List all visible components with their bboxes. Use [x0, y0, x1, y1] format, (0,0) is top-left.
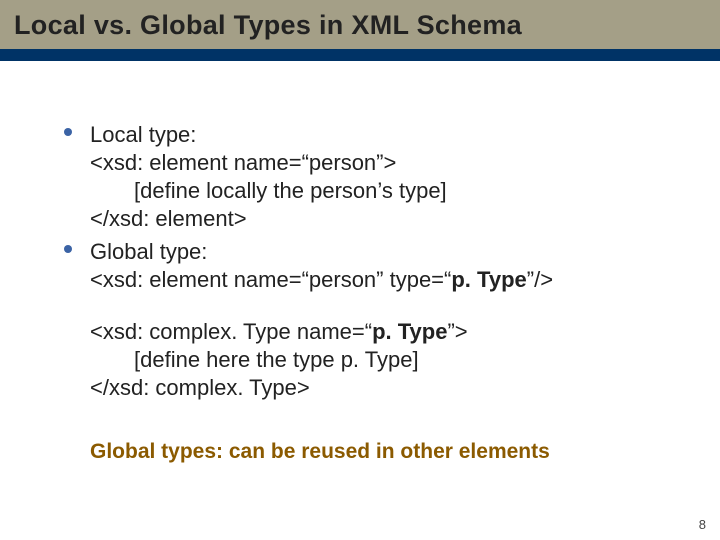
code-line: <xsd: complex. Type name=“p. Type”>	[90, 318, 680, 346]
bullet-icon	[64, 128, 72, 136]
title-band: Local vs. Global Types in XML Schema	[0, 0, 720, 61]
code-text: ”/>	[527, 267, 553, 292]
slide-content: Local type: <xsd: element name=“person”>…	[0, 61, 720, 484]
orphan-block: <xsd: complex. Type name=“p. Type”> [def…	[64, 318, 680, 402]
bullet-list: Local type: <xsd: element name=“person”>…	[64, 121, 680, 294]
code-line: </xsd: complex. Type>	[90, 374, 680, 402]
code-line: <xsd: element name=“person”>	[90, 149, 680, 177]
code-line: </xsd: element>	[90, 205, 680, 233]
code-text: <xsd: complex. Type name=“	[90, 319, 372, 344]
bullet-label: Global type:	[90, 238, 680, 266]
code-line: [define here the type p. Type]	[90, 346, 680, 374]
footnote: Global types: can be reused in other ele…	[64, 440, 680, 464]
code-line: [define locally the person’s type]	[90, 177, 680, 205]
list-item: Global type: <xsd: element name=“person”…	[64, 238, 680, 294]
slide-title: Local vs. Global Types in XML Schema	[14, 10, 706, 41]
code-text: <xsd: element name=“person” type=“	[90, 267, 451, 292]
list-item: Local type: <xsd: element name=“person”>…	[64, 121, 680, 234]
bullet-label: Local type:	[90, 121, 680, 149]
code-line: <xsd: element name=“person” type=“p. Typ…	[90, 266, 680, 294]
code-bold: p. Type	[451, 267, 526, 292]
code-text: ”>	[447, 319, 467, 344]
code-bold: p. Type	[372, 319, 447, 344]
bullet-icon	[64, 245, 72, 253]
page-number: 8	[699, 517, 706, 532]
